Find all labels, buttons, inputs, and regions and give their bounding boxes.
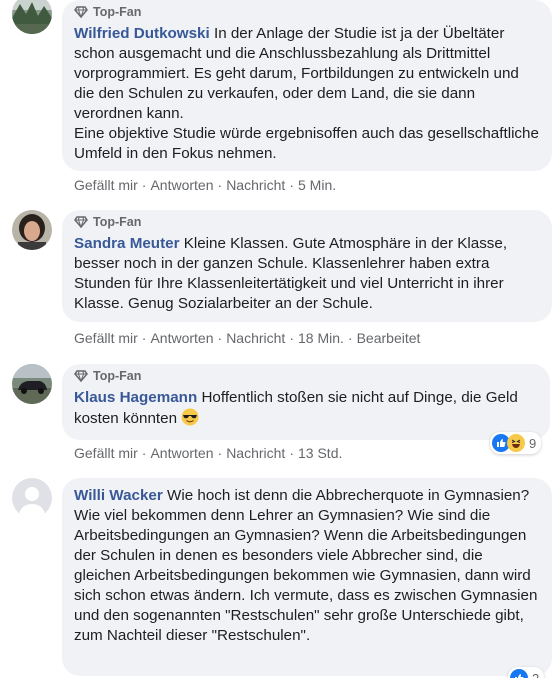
diamond-icon (74, 6, 88, 18)
like-link[interactable]: Gefällt mir (74, 177, 138, 193)
comment-text: Sandra Meuter Kleine Klassen. Gute Atmos… (74, 234, 540, 314)
timestamp[interactable]: 18 Min. (298, 330, 344, 346)
comment-body: In der Anlage der Studie ist ja der Übel… (74, 25, 539, 162)
comment-bubble: Top-Fan Wilfried Dutkowski In der Anlage… (62, 0, 552, 171)
reaction-count: 2 (532, 670, 540, 678)
comment-klaus: Top-Fan Klaus Hagemann Hoffentlich stoße… (12, 364, 552, 464)
comment-actions: Gefällt mir · Antworten · Nachricht · 13 Std. (74, 445, 343, 461)
author-name[interactable]: Willi Wacker (74, 487, 163, 504)
badge-label: Top-Fan (93, 215, 142, 229)
reaction-count: 9 (529, 435, 537, 451)
comment-bubble: Top-Fan Klaus Hagemann Hoffentlich stoße… (62, 364, 550, 440)
sunglasses-emoji-icon (181, 408, 199, 426)
like-reaction-icon (510, 669, 528, 678)
comment-willi: Willi Wacker Wie hoch ist denn die Abbre… (12, 478, 552, 678)
avatar[interactable] (12, 210, 52, 250)
message-link[interactable]: Nachricht (226, 445, 285, 461)
like-link[interactable]: Gefällt mir (74, 445, 138, 461)
badge-label: Top-Fan (93, 369, 142, 383)
comment-wilfried: Top-Fan Wilfried Dutkowski In der Anlage… (12, 0, 552, 196)
top-fan-badge: Top-Fan (74, 368, 538, 384)
like-link[interactable]: Gefällt mir (74, 330, 138, 346)
badge-label: Top-Fan (93, 5, 142, 19)
avatar[interactable] (12, 478, 52, 518)
author-name[interactable]: Klaus Hagemann (74, 389, 197, 406)
reaction-summary[interactable]: 2 (508, 667, 545, 678)
comment-text: Klaus Hagemann Hoffentlich stoßen sie ni… (74, 388, 538, 429)
reply-link[interactable]: Antworten (150, 177, 213, 193)
comment-body: Wie hoch ist denn die Abbrecherquote in … (74, 487, 538, 644)
avatar[interactable] (12, 0, 52, 34)
timestamp[interactable]: 13 Std. (298, 445, 342, 461)
edited-label[interactable]: Bearbeitet (357, 330, 421, 346)
author-name[interactable]: Wilfried Dutkowski (74, 25, 210, 42)
top-fan-badge: Top-Fan (74, 214, 540, 230)
timestamp[interactable]: 5 Min. (298, 177, 336, 193)
reaction-summary[interactable]: 9 (490, 432, 542, 454)
author-name[interactable]: Sandra Meuter (74, 235, 180, 252)
comment-actions: Gefällt mir · Antworten · Nachricht · 5 Min. (74, 177, 337, 193)
comment-text: Willi Wacker Wie hoch ist denn die Abbre… (74, 486, 540, 646)
reply-link[interactable]: Antworten (150, 445, 213, 461)
comment-bubble: Willi Wacker Wie hoch ist denn die Abbre… (62, 478, 552, 676)
comment-actions: Gefällt mir · Antworten · Nachricht · 18 Min. ·… (74, 330, 421, 346)
comment-bubble: Top-Fan Sandra Meuter Kleine Klassen. Gu… (62, 210, 552, 322)
diamond-icon (74, 370, 88, 382)
comment-sandra: Top-Fan Sandra Meuter Kleine Klassen. Gu… (12, 210, 552, 356)
reply-link[interactable]: Antworten (150, 330, 213, 346)
diamond-icon (74, 216, 88, 228)
avatar[interactable] (12, 364, 52, 404)
top-fan-badge: Top-Fan (74, 4, 540, 20)
haha-reaction-icon (507, 434, 525, 452)
message-link[interactable]: Nachricht (226, 330, 285, 346)
message-link[interactable]: Nachricht (226, 177, 285, 193)
comment-text: Wilfried Dutkowski In der Anlage der Stu… (74, 24, 540, 164)
